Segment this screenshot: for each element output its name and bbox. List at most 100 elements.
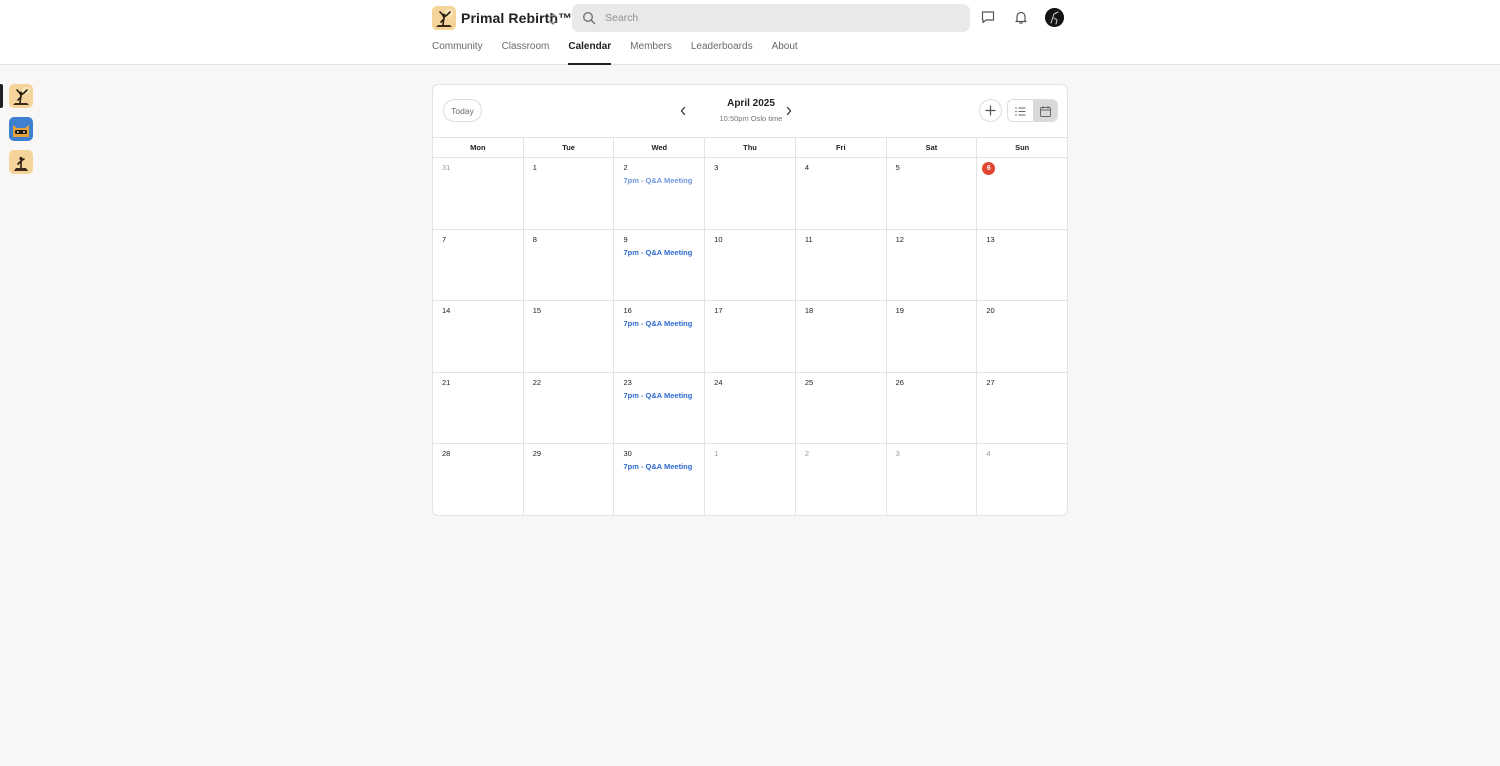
day-cell[interactable]: 12 bbox=[887, 229, 978, 300]
next-month-chevron-right-icon[interactable] bbox=[783, 104, 795, 118]
day-number: 16 bbox=[623, 306, 632, 315]
today-button[interactable]: Today bbox=[443, 99, 482, 122]
event-link[interactable]: 7pm - Q&A Meeting bbox=[623, 462, 692, 471]
day-cell[interactable]: 31 bbox=[433, 158, 524, 229]
day-cell[interactable]: 4 bbox=[977, 444, 1067, 516]
day-cell[interactable]: 8 bbox=[524, 229, 615, 300]
day-number: 31 bbox=[442, 163, 451, 172]
tab-label: Classroom bbox=[501, 41, 550, 52]
event-link[interactable]: 7pm - Q&A Meeting bbox=[623, 248, 692, 257]
day-number: 9 bbox=[623, 234, 628, 244]
day-cell[interactable]: 9 7pm - Q&A Meeting bbox=[614, 229, 706, 300]
day-number: 24 bbox=[714, 377, 723, 387]
day-cell[interactable]: 2 bbox=[796, 444, 887, 516]
day-cell[interactable]: 29 bbox=[524, 444, 615, 516]
day-number: 26 bbox=[895, 377, 904, 387]
tab-community[interactable]: Community bbox=[432, 41, 483, 65]
day-cell[interactable]: 25 bbox=[796, 372, 887, 443]
day-number: 2 bbox=[804, 449, 810, 458]
chat-icon[interactable] bbox=[980, 9, 996, 25]
day-cell[interactable]: 18 bbox=[796, 301, 887, 372]
notification-bell-icon[interactable] bbox=[1013, 9, 1029, 25]
event-link[interactable]: 7pm - Q&A Meeting bbox=[623, 176, 692, 185]
weekday-label: Mon bbox=[433, 138, 524, 157]
month-grid: Mon Tue Wed Thu Fri Sat Sun 31 1 2 7pm - Q&… bbox=[433, 137, 1067, 516]
day-number: 22 bbox=[532, 377, 542, 387]
day-number: 23 bbox=[623, 377, 632, 387]
tab-calendar[interactable]: Calendar bbox=[568, 41, 611, 65]
weekday-header-row: Mon Tue Wed Thu Fri Sat Sun bbox=[433, 137, 1067, 158]
weekday-label: Wed bbox=[614, 138, 706, 157]
month-title: April 2025 bbox=[727, 98, 775, 109]
user-avatar[interactable] bbox=[1045, 8, 1064, 27]
day-cell[interactable]: 14 bbox=[433, 301, 524, 372]
group-nav-tabs: Community Classroom Calendar Members Lea… bbox=[432, 41, 817, 65]
event-link[interactable]: 7pm - Q&A Meeting bbox=[623, 391, 692, 400]
day-number: 27 bbox=[986, 377, 995, 387]
day-cell[interactable]: 24 bbox=[705, 372, 796, 443]
add-event-plus-icon[interactable] bbox=[979, 99, 1002, 122]
day-number: 21 bbox=[442, 377, 451, 387]
day-cell[interactable]: 19 bbox=[887, 301, 978, 372]
rail-group-cat-mascot[interactable] bbox=[9, 117, 33, 141]
previous-month-chevron-left-icon[interactable] bbox=[677, 104, 689, 118]
day-cell[interactable]: 3 bbox=[705, 158, 796, 229]
day-cell-today[interactable]: 6 bbox=[977, 158, 1067, 229]
day-cell[interactable]: 3 bbox=[887, 444, 978, 516]
day-cell[interactable]: 27 bbox=[977, 373, 1067, 444]
week-row: 14 15 16 7pm - Q&A Meeting 17 18 19 20 bbox=[433, 301, 1067, 373]
tab-label: Calendar bbox=[568, 41, 612, 52]
day-number: 3 bbox=[895, 449, 900, 458]
day-number: 10 bbox=[714, 234, 723, 244]
day-cell[interactable]: 1 bbox=[705, 444, 796, 516]
search-input[interactable] bbox=[605, 4, 955, 32]
day-cell[interactable]: 4 bbox=[796, 158, 887, 229]
day-number: 17 bbox=[714, 306, 723, 315]
day-number: 19 bbox=[895, 306, 904, 315]
day-cell[interactable]: 1 bbox=[524, 158, 615, 229]
day-cell[interactable]: 10 bbox=[705, 229, 796, 300]
day-cell[interactable]: 30 7pm - Q&A Meeting bbox=[614, 444, 706, 516]
calendar-view-icon[interactable] bbox=[1032, 100, 1057, 121]
group-logo bbox=[432, 6, 456, 30]
tab-label: About bbox=[771, 41, 798, 52]
day-cell[interactable]: 13 bbox=[977, 230, 1067, 301]
day-number: 8 bbox=[532, 234, 537, 244]
day-cell[interactable]: 2 7pm - Q&A Meeting bbox=[614, 158, 706, 229]
day-cell[interactable]: 7 bbox=[433, 229, 524, 300]
list-view-icon[interactable] bbox=[1008, 100, 1033, 121]
group-switcher-chevron-icon[interactable] bbox=[546, 9, 560, 29]
active-group-indicator bbox=[0, 84, 3, 108]
day-cell[interactable]: 28 bbox=[433, 444, 524, 516]
tab-leaderboards[interactable]: Leaderboards bbox=[691, 41, 753, 65]
rail-group-silhouette[interactable] bbox=[9, 150, 33, 174]
day-cell[interactable]: 26 bbox=[887, 372, 978, 443]
week-row: 28 29 30 7pm - Q&A Meeting 1 2 3 4 bbox=[433, 444, 1067, 516]
day-number: 20 bbox=[986, 306, 995, 315]
view-toggle bbox=[1007, 99, 1058, 122]
event-link[interactable]: 7pm - Q&A Meeting bbox=[623, 319, 692, 328]
tab-label: Leaderboards bbox=[690, 41, 753, 52]
tab-classroom[interactable]: Classroom bbox=[502, 41, 550, 65]
day-cell[interactable]: 5 bbox=[887, 158, 978, 229]
day-cell[interactable]: 22 bbox=[524, 372, 615, 443]
day-cell[interactable]: 21 bbox=[433, 372, 524, 443]
day-cell[interactable]: 16 7pm - Q&A Meeting bbox=[614, 301, 706, 372]
calendar-card: Today April 2025 10:50pm Oslo time Mon T… bbox=[432, 84, 1068, 516]
week-row: 7 8 9 7pm - Q&A Meeting 10 11 12 13 bbox=[433, 229, 1067, 301]
day-number: 12 bbox=[895, 234, 904, 244]
tab-members[interactable]: Members bbox=[630, 41, 672, 65]
tab-about[interactable]: About bbox=[772, 41, 798, 65]
search-bar[interactable] bbox=[572, 4, 970, 32]
day-cell[interactable]: 23 7pm - Q&A Meeting bbox=[614, 372, 706, 443]
day-cell[interactable]: 15 bbox=[524, 301, 615, 372]
day-cell[interactable]: 20 bbox=[977, 301, 1067, 372]
top-header: Primal Rebirth™ Commu bbox=[0, 0, 1500, 65]
search-icon bbox=[582, 11, 596, 25]
rail-group-primal-rebirth[interactable] bbox=[9, 84, 33, 108]
day-number: 11 bbox=[804, 234, 813, 244]
week-row: 31 1 2 7pm - Q&A Meeting 3 4 5 6 bbox=[433, 158, 1067, 230]
weeks-container: 31 1 2 7pm - Q&A Meeting 3 4 5 6 7 8 9 7pm - Q&A Me… bbox=[433, 158, 1067, 516]
day-cell[interactable]: 11 bbox=[796, 229, 887, 300]
day-cell[interactable]: 17 bbox=[705, 301, 796, 372]
